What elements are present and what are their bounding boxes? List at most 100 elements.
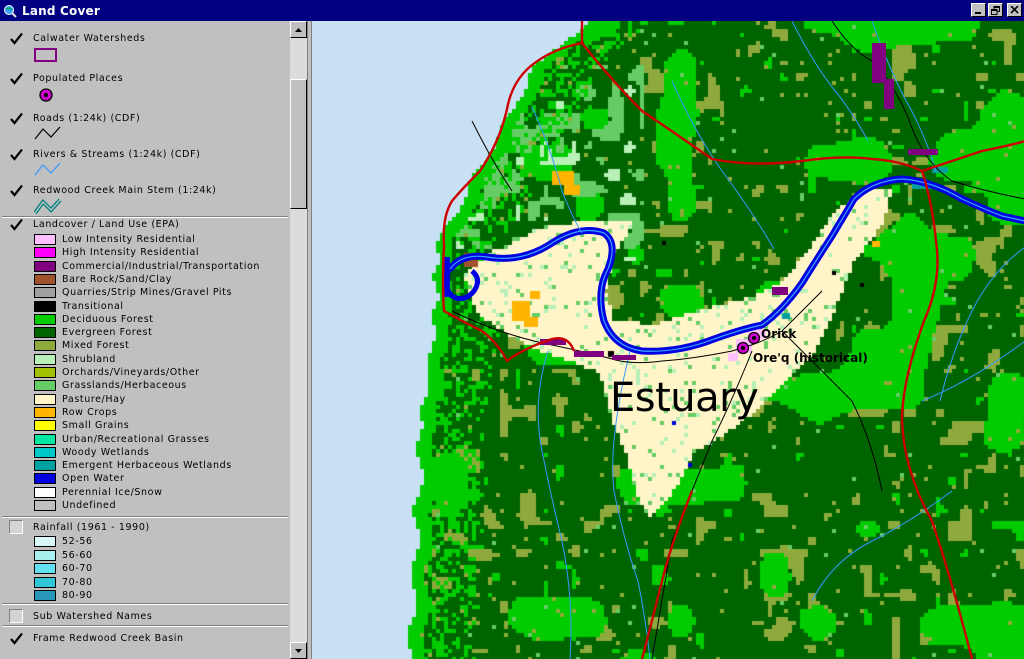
layer-checkbox[interactable] [9, 609, 23, 623]
legend-swatch [34, 287, 56, 299]
layer-checkbox[interactable] [9, 71, 23, 85]
legend-swatch [34, 273, 56, 285]
legend-label: Grasslands/Herbaceous [62, 380, 187, 392]
legend-item: 60-70 [34, 562, 93, 575]
legend-label: Orchards/Vineyards/Other [62, 367, 200, 378]
stream [791, 21, 869, 142]
layer-checkbox[interactable] [9, 217, 23, 231]
place-point-orick[interactable] [747, 331, 761, 345]
legend-swatch [34, 473, 56, 485]
toc-scrollbar[interactable] [290, 21, 307, 659]
stream [671, 80, 775, 250]
scroll-down-button[interactable] [290, 642, 307, 659]
layer-name: Rivers & Streams (1:24k) (CDF) [33, 149, 201, 160]
legend-item: Shrubland [34, 353, 116, 366]
layer-rainfall[interactable]: Rainfall (1961 - 1990) [0, 520, 290, 536]
minimize-icon[interactable] [971, 3, 986, 17]
window-title: Land Cover [22, 3, 100, 18]
legend-item: Mixed Forest [34, 339, 129, 352]
arrow-up-icon [295, 27, 302, 32]
layer-name: Rainfall (1961 - 1990) [33, 522, 150, 533]
restore-icon[interactable] [988, 3, 1003, 17]
watershed-boundary [900, 170, 974, 659]
layer-places[interactable]: Populated Places [0, 71, 290, 87]
layer-checkbox[interactable] [9, 520, 23, 534]
legend-swatch [34, 420, 56, 432]
legend-swatch [34, 433, 56, 445]
layer-checkbox[interactable] [9, 111, 23, 125]
layer-checkbox[interactable] [9, 31, 23, 45]
legend-swatch [34, 406, 56, 418]
legend-swatch [34, 576, 56, 588]
legend-item: Deciduous Forest [34, 313, 154, 326]
layer-checkbox[interactable] [9, 183, 23, 197]
legend-label: 60-70 [62, 563, 93, 574]
layer-name: Landcover / Land Use (EPA) [33, 219, 180, 230]
legend-swatch [34, 486, 56, 498]
checkmark-icon [9, 184, 23, 197]
layer-calwater[interactable]: Calwater Watersheds [0, 31, 290, 47]
stream [537, 350, 572, 659]
table-of-contents: Calwater Watersheds Populated Places Roads… [0, 21, 308, 659]
channel-loop [443, 267, 480, 302]
arrow-down-icon [295, 648, 302, 653]
title-bar[interactable]: Land Cover [0, 0, 1024, 21]
layer-separator [2, 516, 288, 518]
layer-frame[interactable]: Frame Redwood Creek Basin [0, 631, 290, 647]
legend-label: Transitional [62, 300, 124, 312]
legend-label: Quarries/Strip Mines/Gravel Pits [62, 287, 233, 299]
watershed-boundary [441, 41, 583, 363]
legend-item: Woody Wetlands [34, 446, 149, 459]
layer-checkbox[interactable] [9, 147, 23, 161]
legend-swatch [34, 234, 56, 245]
legend-label: 70-80 [62, 576, 93, 588]
layer-name: Populated Places [33, 73, 124, 84]
legend-swatch [34, 313, 56, 325]
legend-item: Transitional [34, 300, 124, 313]
legend-swatch [34, 380, 56, 392]
stream [531, 106, 583, 234]
legend-swatch [34, 549, 56, 561]
layer-subwatershed[interactable]: Sub Watershed Names [0, 609, 290, 625]
layer-separator [2, 625, 288, 627]
legend-label: Mixed Forest [62, 340, 130, 352]
layer-checkbox[interactable] [9, 631, 23, 645]
legend-item: Evergreen Forest [34, 326, 152, 339]
legend-item: Emergent Herbaceous Wetlands [34, 459, 232, 472]
place-point-oreq[interactable] [736, 341, 750, 355]
legend-label: Row Crops [62, 406, 118, 418]
map-view[interactable]: Orick Ore'q (historical) Estuary [311, 21, 1024, 659]
legend-item: Undefined [34, 499, 116, 512]
legend-item: Commercial/Industrial/Transportation [34, 260, 260, 273]
window-controls [971, 3, 1022, 17]
legend-swatch [34, 590, 56, 601]
scroll-up-button[interactable] [290, 21, 307, 38]
app-window: Land Cover Calwater Watersheds Populated … [0, 0, 1024, 659]
line-symbol-icon [34, 161, 62, 181]
layer-separator [2, 603, 288, 605]
legend-item: Grasslands/Herbaceous [34, 379, 187, 392]
legend-label: Bare Rock/Sand/Clay [62, 273, 173, 285]
legend-label: Perennial Ice/Snow [62, 486, 163, 498]
layer-name: Redwood Creek Main Stem (1:24k) [33, 185, 217, 196]
legend-label: Undefined [62, 500, 117, 511]
area-label-estuary: Estuary [610, 375, 759, 421]
legend-label: Shrubland [62, 353, 116, 365]
legend-swatch [34, 247, 56, 259]
layer-name: Frame Redwood Creek Basin [33, 633, 184, 644]
scroll-thumb[interactable] [290, 79, 307, 209]
layer-landcover[interactable]: Landcover / Land Use (EPA) [0, 217, 290, 233]
legend-item: Perennial Ice/Snow [34, 486, 162, 499]
layer-list: Calwater Watersheds Populated Places Roads… [0, 21, 290, 659]
close-icon[interactable] [1007, 3, 1022, 17]
legend-label: 56-60 [62, 549, 93, 561]
roads [451, 21, 1024, 659]
layer-name: Calwater Watersheds [33, 33, 146, 44]
checkmark-icon [9, 72, 23, 85]
legend-label: Woody Wetlands [62, 446, 150, 458]
legend-swatch [34, 260, 56, 272]
legend-item: Orchards/Vineyards/Other [34, 366, 200, 379]
globe-magnifier-icon[interactable] [2, 3, 18, 19]
checkmark-icon [9, 218, 23, 231]
polygon-symbol-icon [34, 47, 58, 66]
